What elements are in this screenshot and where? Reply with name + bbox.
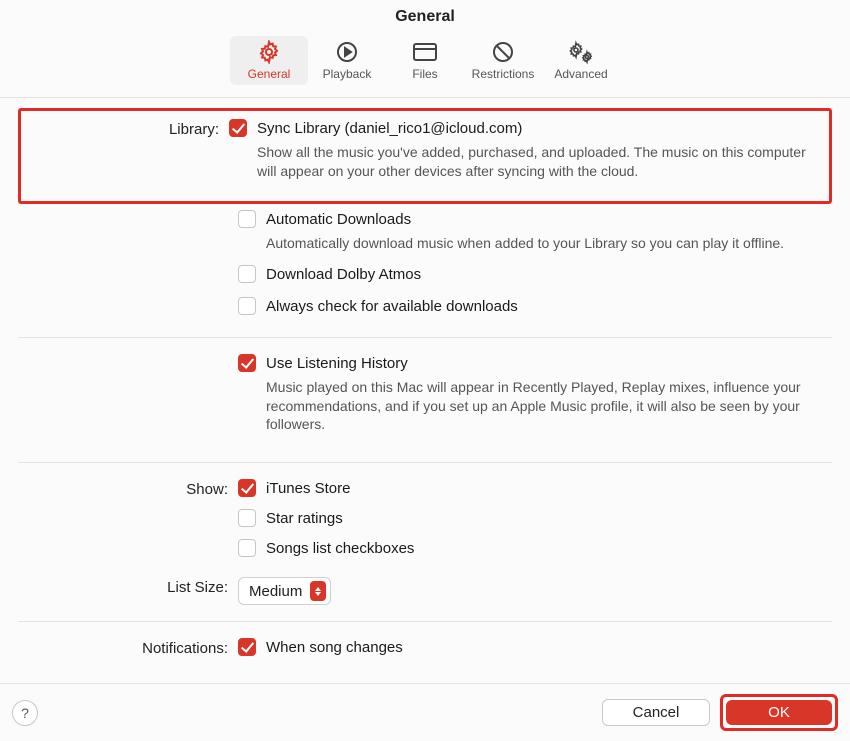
preferences-window: General General Playback (0, 0, 850, 741)
songs-checkboxes-checkbox[interactable] (238, 539, 256, 557)
gear-icon (257, 40, 281, 64)
divider (18, 462, 832, 463)
cancel-button[interactable]: Cancel (602, 699, 710, 726)
listening-history-description: Music played on this Mac will appear in … (266, 378, 822, 435)
folder-icon (412, 40, 438, 64)
divider (18, 337, 832, 338)
song-changes-checkbox[interactable] (238, 638, 256, 656)
play-circle-icon (335, 40, 359, 64)
list-size-label: List Size: (18, 577, 238, 596)
tab-playback[interactable]: Playback (308, 36, 386, 85)
dolby-atmos-option[interactable]: Download Dolby Atmos (266, 265, 421, 283)
prohibit-icon (491, 40, 515, 64)
sync-library-option[interactable]: Sync Library (daniel_rico1@icloud.com) (257, 119, 522, 137)
content-area: Library: Sync Library (daniel_rico1@iclo… (0, 108, 850, 672)
window-title: General (0, 0, 850, 30)
list-size-value: Medium (249, 583, 302, 600)
automatic-downloads-option[interactable]: Automatic Downloads (266, 210, 411, 228)
dolby-atmos-checkbox[interactable] (238, 265, 256, 283)
song-changes-option[interactable]: When song changes (266, 638, 403, 656)
sync-library-checkbox[interactable] (229, 119, 247, 137)
automatic-downloads-checkbox[interactable] (238, 210, 256, 228)
ok-button-highlight: OK (720, 694, 838, 731)
show-label: Show: (18, 479, 238, 498)
automatic-downloads-description: Automatically download music when added … (266, 234, 822, 253)
question-icon: ? (21, 705, 29, 721)
sync-library-highlight: Library: Sync Library (daniel_rico1@iclo… (18, 108, 832, 204)
sync-library-description: Show all the music you've added, purchas… (257, 143, 813, 181)
list-size-select[interactable]: Medium (238, 577, 331, 605)
tab-files[interactable]: Files (386, 36, 464, 85)
tab-general[interactable]: General (230, 36, 308, 85)
listening-history-checkbox[interactable] (238, 354, 256, 372)
footer-bar: ? Cancel OK (0, 683, 850, 741)
preferences-toolbar: General Playback Files (0, 30, 850, 98)
itunes-store-checkbox[interactable] (238, 479, 256, 497)
songs-checkboxes-option[interactable]: Songs list checkboxes (266, 539, 414, 557)
help-button[interactable]: ? (12, 700, 38, 726)
ok-button[interactable]: OK (726, 700, 832, 725)
gears-icon (567, 40, 595, 64)
stepper-icon (310, 581, 326, 601)
star-ratings-checkbox[interactable] (238, 509, 256, 527)
notifications-label: Notifications: (18, 638, 238, 657)
check-downloads-checkbox[interactable] (238, 297, 256, 315)
listening-history-option[interactable]: Use Listening History (266, 354, 408, 372)
divider (18, 621, 832, 622)
itunes-store-option[interactable]: iTunes Store (266, 479, 351, 497)
tab-restrictions[interactable]: Restrictions (464, 36, 542, 85)
check-downloads-option[interactable]: Always check for available downloads (266, 297, 518, 315)
star-ratings-option[interactable]: Star ratings (266, 509, 343, 527)
tab-advanced[interactable]: Advanced (542, 36, 620, 85)
library-label: Library: (27, 119, 229, 193)
